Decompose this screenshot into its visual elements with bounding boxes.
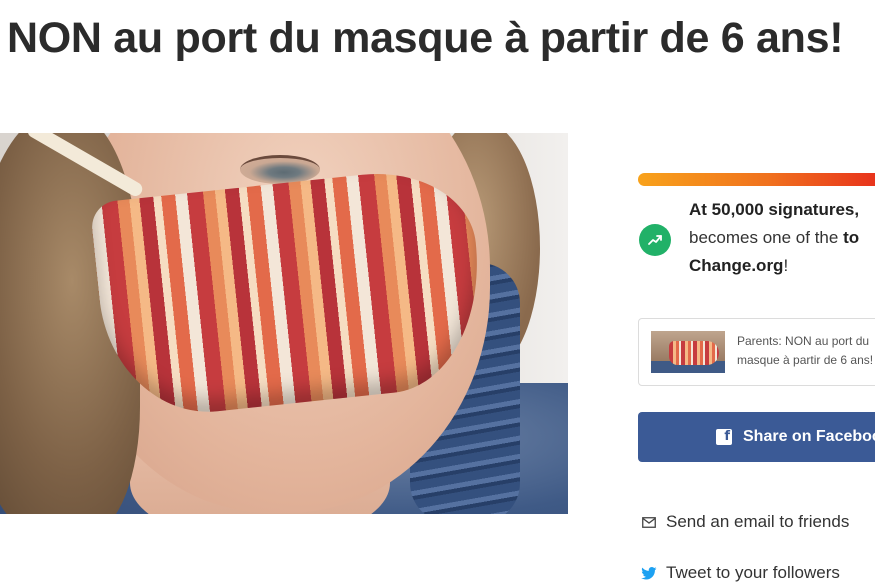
send-email-link[interactable]: Send an email to friends xyxy=(640,512,849,532)
petition-title: NON au port du masque à partir de 6 ans! xyxy=(7,14,844,62)
facebook-icon: f xyxy=(716,429,732,445)
trending-up-icon xyxy=(639,224,671,256)
goal-site-name: Change.org xyxy=(689,256,784,275)
goal-middle: becomes one of the xyxy=(689,228,839,247)
signature-goal-message: At 50,000 signatures, becomes one of the… xyxy=(689,196,875,280)
preview-thumbnail xyxy=(651,331,725,373)
envelope-icon xyxy=(640,516,658,528)
share-preview-card: Parents: NON au port du masque à partir … xyxy=(638,318,875,386)
goal-bold-tail: to xyxy=(843,228,860,247)
email-link-label: Send an email to friends xyxy=(666,512,850,531)
tweet-link[interactable]: Tweet to your followers xyxy=(640,563,840,583)
twitter-bird-icon xyxy=(640,566,658,580)
preview-text: Parents: NON au port du masque à partir … xyxy=(737,334,874,367)
signature-progress-bar xyxy=(638,173,875,186)
facebook-button-label: Share on Facebook xyxy=(743,428,875,445)
petition-page: NON au port du masque à partir de 6 ans!… xyxy=(0,0,875,584)
petition-photo xyxy=(0,133,568,514)
tweet-link-label: Tweet to your followers xyxy=(666,563,840,582)
goal-prefix: At 50,000 signatures, xyxy=(689,200,860,219)
share-on-facebook-button[interactable]: f Share on Facebook xyxy=(638,412,875,462)
goal-suffix: ! xyxy=(783,256,789,275)
